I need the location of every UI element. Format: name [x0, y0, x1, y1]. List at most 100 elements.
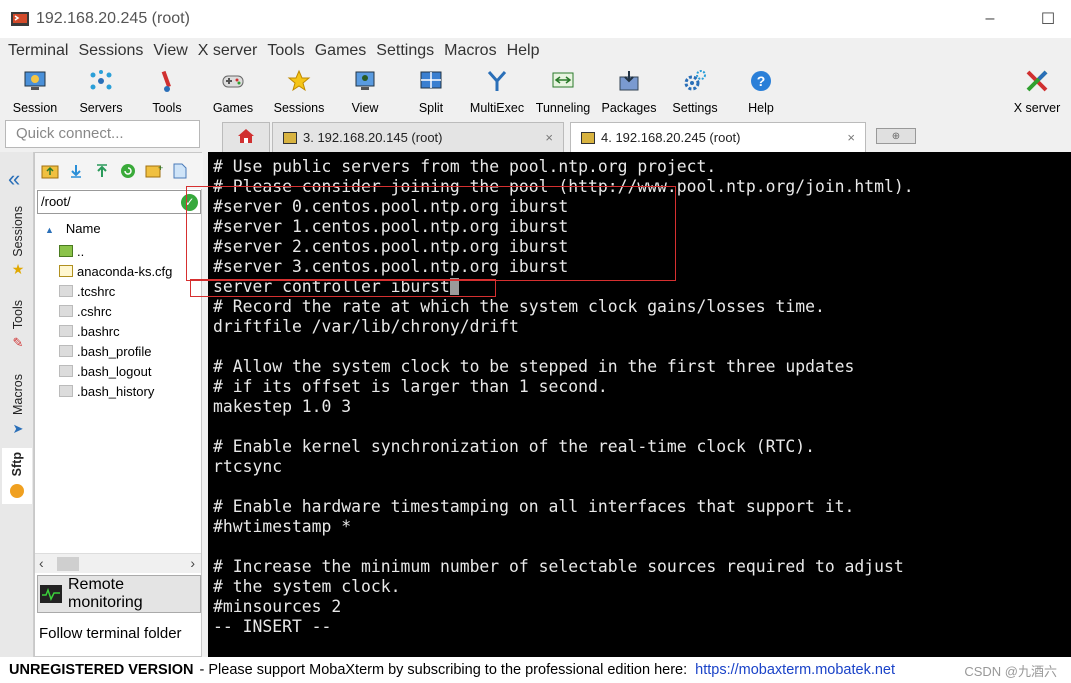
star-icon: ★: [11, 260, 25, 277]
close-tab-icon[interactable]: ×: [847, 130, 855, 145]
session-button[interactable]: Session: [2, 66, 68, 116]
new-file-icon[interactable]: [171, 162, 189, 180]
side-tab-macros[interactable]: Macros ➤: [4, 374, 32, 437]
send-icon: ➤: [12, 420, 24, 436]
terminal-line: rtcsync: [213, 457, 283, 476]
support-message: - Please support MobaXterm by subscribin…: [199, 662, 688, 678]
list-item[interactable]: .bashrc: [59, 321, 172, 341]
file-icon: [59, 325, 73, 337]
terminal-line: # Allow the system clock to be stepped i…: [213, 357, 855, 376]
home-tab[interactable]: [222, 122, 270, 152]
x-server-button[interactable]: X server: [1004, 66, 1070, 116]
column-header-name[interactable]: ▲ Name: [45, 221, 101, 236]
menu-sessions[interactable]: Sessions: [78, 42, 143, 60]
servers-button[interactable]: Servers: [68, 66, 134, 116]
scroll-thumb[interactable]: [57, 557, 79, 571]
session-icon: [22, 68, 48, 94]
maximize-button[interactable]: ☐: [1025, 0, 1071, 38]
help-button[interactable]: ? Help: [728, 66, 794, 116]
parent-folder-icon[interactable]: [41, 162, 59, 180]
side-tab-strip: « Sessions ★ Tools ✎ Macros ➤ Sftp: [0, 152, 34, 657]
terminal-line: #minsources 2: [213, 597, 342, 616]
file-icon: [59, 365, 73, 377]
x-server-icon: [1024, 68, 1050, 94]
star-icon: [286, 68, 312, 94]
side-tab-sftp[interactable]: Sftp: [2, 448, 32, 505]
terminal-area[interactable]: # Use public servers from the pool.ntp.o…: [186, 152, 1071, 657]
packages-icon: [616, 68, 642, 94]
menu-games[interactable]: Games: [315, 42, 367, 60]
tab-bar: 3. 192.168.20.145 (root) × 4. 192.168.20…: [208, 122, 1071, 152]
list-item[interactable]: .bash_history: [59, 381, 172, 401]
list-item[interactable]: ..: [59, 241, 172, 261]
menu-bar: Terminal Sessions View X server Tools Ga…: [0, 38, 1071, 64]
terminal-line: # Use public servers from the pool.ntp.o…: [213, 157, 717, 176]
terminal-line: # the system clock.: [213, 577, 401, 596]
menu-macros[interactable]: Macros: [444, 42, 496, 60]
view-button[interactable]: View: [332, 66, 398, 116]
text-file-icon: [59, 265, 73, 277]
follow-terminal-folder-checkbox[interactable]: Follow terminal folder: [39, 625, 182, 642]
file-toolbar: +: [35, 153, 203, 189]
multiexec-button[interactable]: MultiExec: [464, 66, 530, 116]
gear-icon: [682, 68, 708, 94]
menu-x-server[interactable]: X server: [198, 42, 258, 60]
list-item[interactable]: .bash_logout: [59, 361, 172, 381]
sessions-button[interactable]: Sessions: [266, 66, 332, 116]
menu-terminal[interactable]: Terminal: [8, 42, 68, 60]
terminal-tab-icon: [283, 131, 297, 144]
collapse-panel-icon[interactable]: «: [8, 166, 20, 192]
terminal-tab-icon: [581, 131, 595, 144]
menu-help[interactable]: Help: [507, 42, 540, 60]
download-icon[interactable]: [67, 162, 85, 180]
refresh-icon[interactable]: [119, 162, 137, 180]
help-icon: ?: [748, 68, 774, 94]
settings-button[interactable]: Settings: [662, 66, 728, 116]
tools-icon: ✎: [12, 335, 24, 351]
file-icon: [59, 285, 73, 297]
window-title: 192.168.20.245 (root): [36, 10, 190, 27]
view-icon: [352, 68, 378, 94]
side-tab-tools[interactable]: Tools ✎: [4, 300, 32, 351]
tools-button[interactable]: Tools: [134, 66, 200, 116]
list-item[interactable]: .cshrc: [59, 301, 172, 321]
games-button[interactable]: Games: [200, 66, 266, 116]
terminal-line: # Enable kernel synchronization of the r…: [213, 437, 815, 456]
tab-session-3[interactable]: 3. 192.168.20.145 (root) ×: [272, 122, 564, 152]
split-button[interactable]: Split: [398, 66, 464, 116]
list-item[interactable]: .tcshrc: [59, 281, 172, 301]
scroll-right-icon[interactable]: ›: [190, 555, 195, 571]
menu-view[interactable]: View: [153, 42, 187, 60]
servers-icon: [88, 68, 114, 94]
tunneling-button[interactable]: Tunneling: [530, 66, 596, 116]
new-tab-button[interactable]: ⊕: [876, 128, 916, 144]
file-icon: [59, 385, 73, 397]
sort-asc-icon: ▲: [45, 225, 54, 235]
tools-icon: [154, 68, 180, 94]
menu-settings[interactable]: Settings: [376, 42, 434, 60]
side-tab-sessions[interactable]: Sessions ★: [4, 206, 32, 278]
list-item[interactable]: anaconda-ks.cfg: [59, 261, 172, 281]
terminal-line: # Increase the minimum number of selecta…: [213, 557, 904, 576]
remote-monitoring-button[interactable]: Remote monitoring: [37, 575, 201, 613]
title-bar: 192.168.20.245 (root) – ☐: [0, 0, 1071, 38]
new-folder-icon[interactable]: +: [145, 162, 163, 180]
file-icon: [59, 305, 73, 317]
horizontal-scrollbar[interactable]: ‹ ›: [35, 553, 201, 573]
tab-session-4[interactable]: 4. 192.168.20.245 (root) ×: [570, 122, 866, 152]
minimize-button[interactable]: –: [967, 0, 1013, 38]
terminal-line: # Record the rate at which the system cl…: [213, 297, 825, 316]
status-bar: UNREGISTERED VERSION - Please support Mo…: [0, 657, 1071, 683]
watermark: CSDN @九酒六: [964, 663, 1057, 679]
close-tab-icon[interactable]: ×: [545, 130, 553, 145]
path-input[interactable]: /root/ ✓: [37, 190, 201, 214]
packages-button[interactable]: Packages: [596, 66, 662, 116]
menu-tools[interactable]: Tools: [267, 42, 304, 60]
upload-icon[interactable]: [93, 162, 111, 180]
svg-text:?: ?: [757, 73, 766, 89]
mobaxterm-link[interactable]: https://mobaxterm.mobatek.net: [695, 662, 895, 678]
terminal-line: makestep 1.0 3: [213, 397, 352, 416]
scroll-left-icon[interactable]: ‹: [39, 555, 44, 571]
quick-connect-input[interactable]: Quick connect...: [5, 120, 200, 148]
list-item[interactable]: .bash_profile: [59, 341, 172, 361]
